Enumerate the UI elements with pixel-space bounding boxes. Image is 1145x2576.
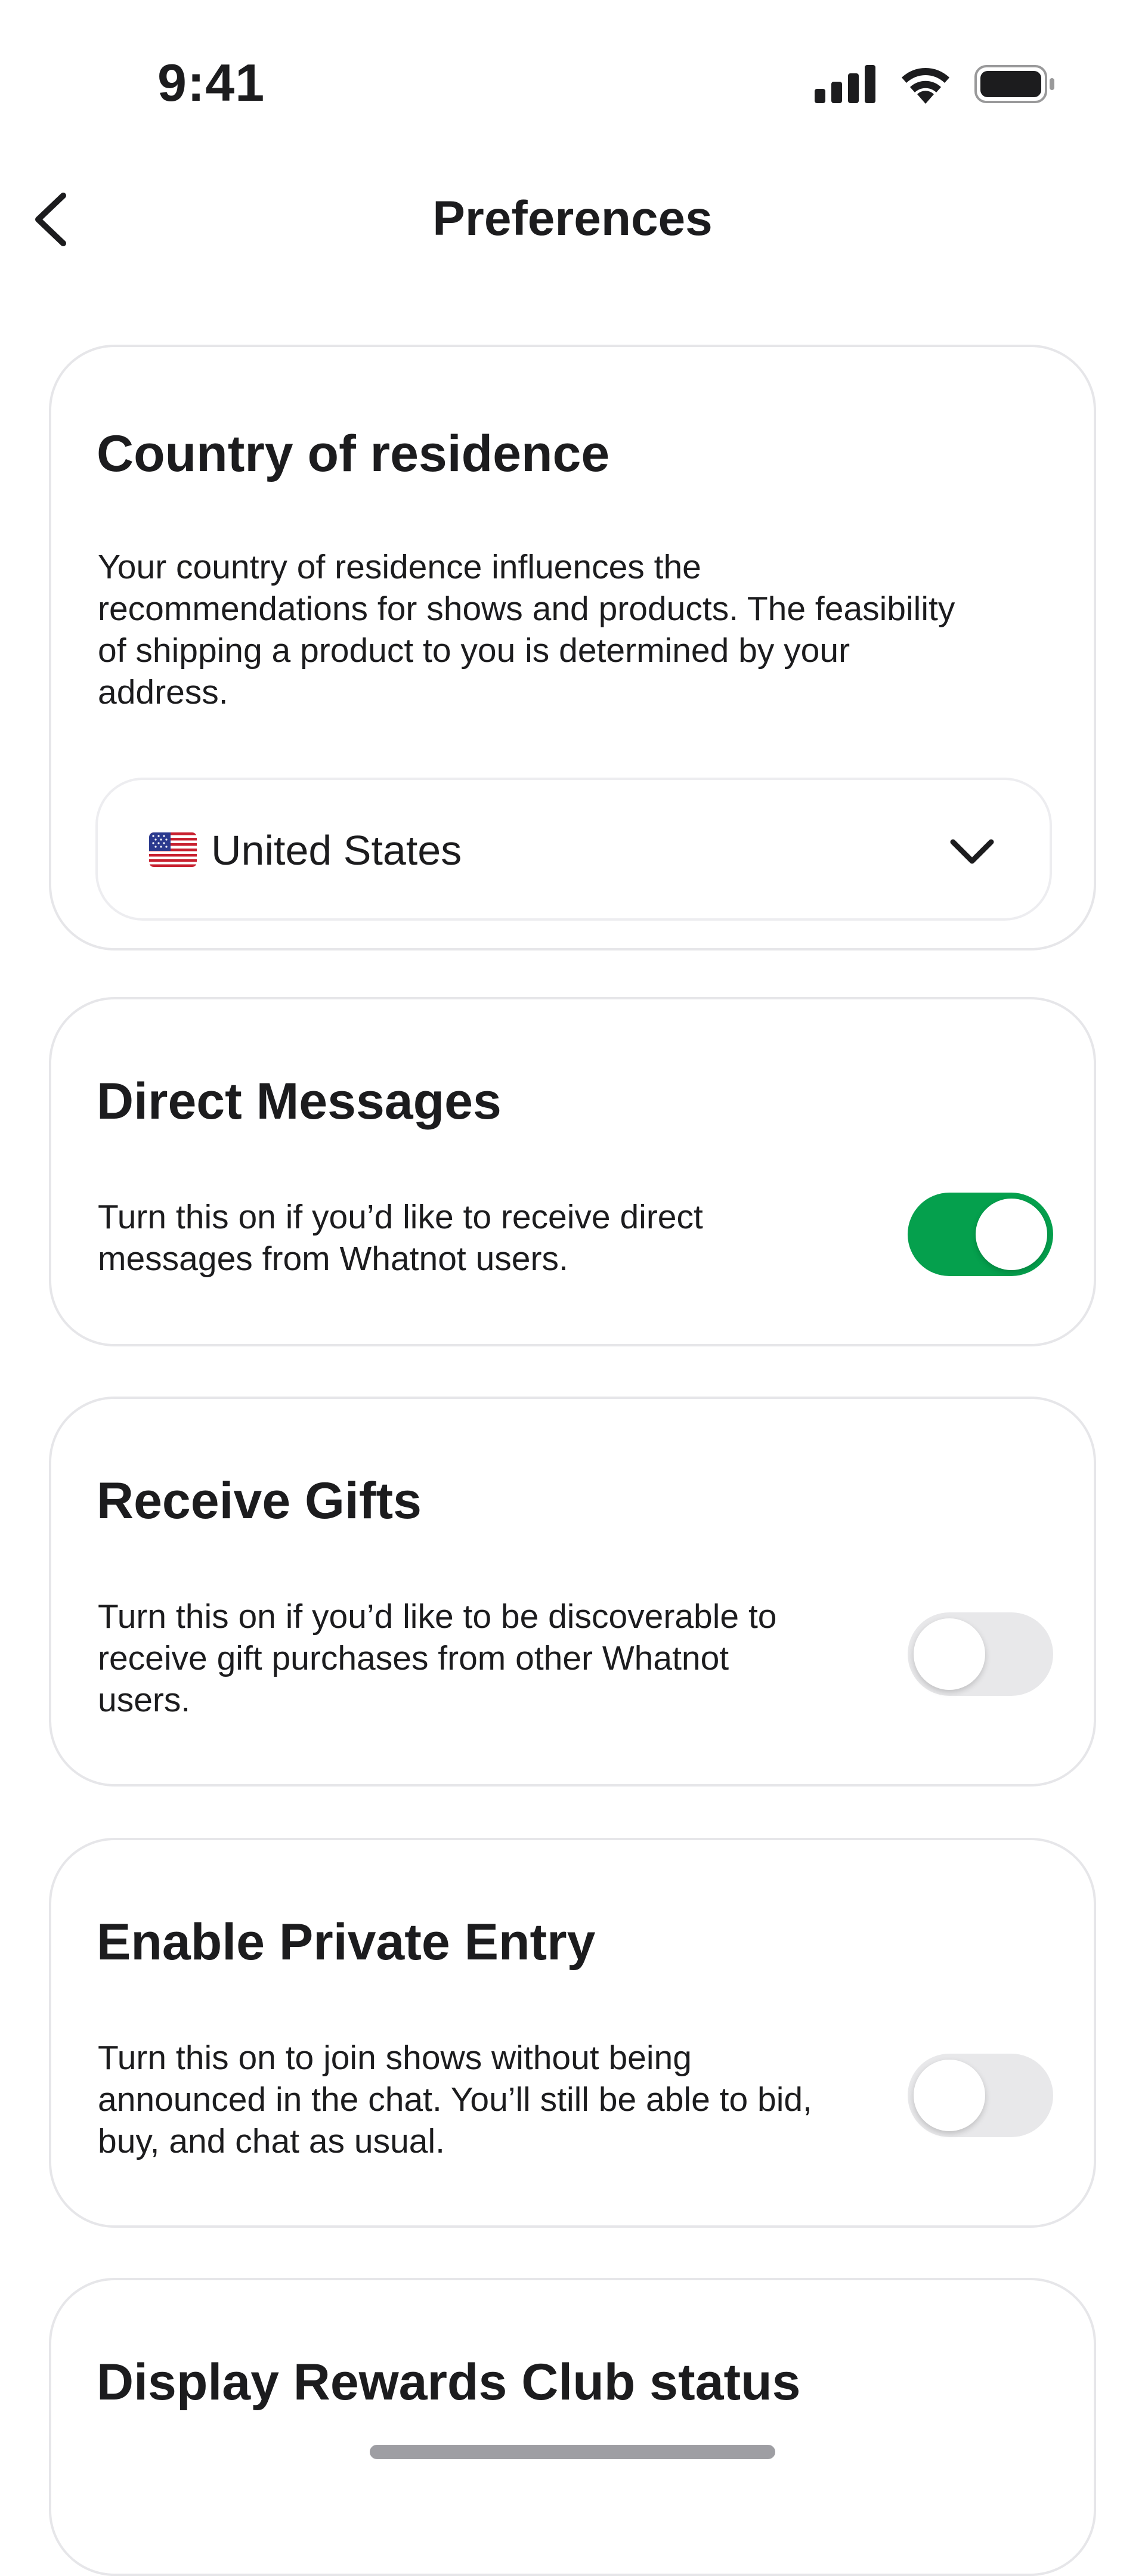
toggle-knob xyxy=(914,1618,985,1690)
rewards-club-card: Display Rewards Club status xyxy=(49,2278,1096,2576)
wifi-icon xyxy=(898,64,953,107)
rewards-club-title: Display Rewards Club status xyxy=(97,2354,801,2411)
private-entry-description: Turn this on to join shows without being… xyxy=(98,2039,812,2160)
toggle-knob xyxy=(914,2060,985,2131)
receive-gifts-card: Receive Gifts Turn this on if you’d like… xyxy=(49,1397,1096,1787)
selected-country: United States xyxy=(211,827,462,874)
nav-bar: Preferences xyxy=(0,173,1145,268)
toggle-knob xyxy=(976,1199,1047,1270)
status-icons xyxy=(815,64,1056,107)
direct-messages-toggle[interactable] xyxy=(908,1193,1053,1276)
direct-messages-title: Direct Messages xyxy=(97,1073,502,1130)
status-time: 9:41 xyxy=(157,53,265,112)
receive-gifts-title: Receive Gifts xyxy=(97,1472,422,1530)
country-card: Country of residence Your country of res… xyxy=(49,345,1096,950)
receive-gifts-toggle[interactable] xyxy=(908,1612,1053,1696)
page-title: Preferences xyxy=(432,191,713,246)
private-entry-title: Enable Private Entry xyxy=(97,1914,596,1971)
country-card-title: Country of residence xyxy=(97,425,610,482)
direct-messages-card: Direct Messages Turn this on if you’d li… xyxy=(49,997,1096,1346)
us-flag-icon xyxy=(149,832,197,867)
chevron-down-icon xyxy=(948,837,996,869)
private-entry-card: Enable Private Entry Turn this on to joi… xyxy=(49,1838,1096,2228)
home-indicator xyxy=(370,2445,775,2459)
private-entry-toggle[interactable] xyxy=(908,2054,1053,2137)
direct-messages-description: Turn this on if you’d like to receive di… xyxy=(98,1198,703,1278)
country-card-description: Your country of residence influences the… xyxy=(98,548,955,711)
status-bar: 9:41 xyxy=(0,0,1145,137)
cellular-signal-icon xyxy=(815,65,877,106)
battery-icon xyxy=(974,65,1056,106)
receive-gifts-description: Turn this on if you’d like to be discove… xyxy=(98,1597,777,1719)
country-select[interactable]: United States xyxy=(95,778,1052,921)
